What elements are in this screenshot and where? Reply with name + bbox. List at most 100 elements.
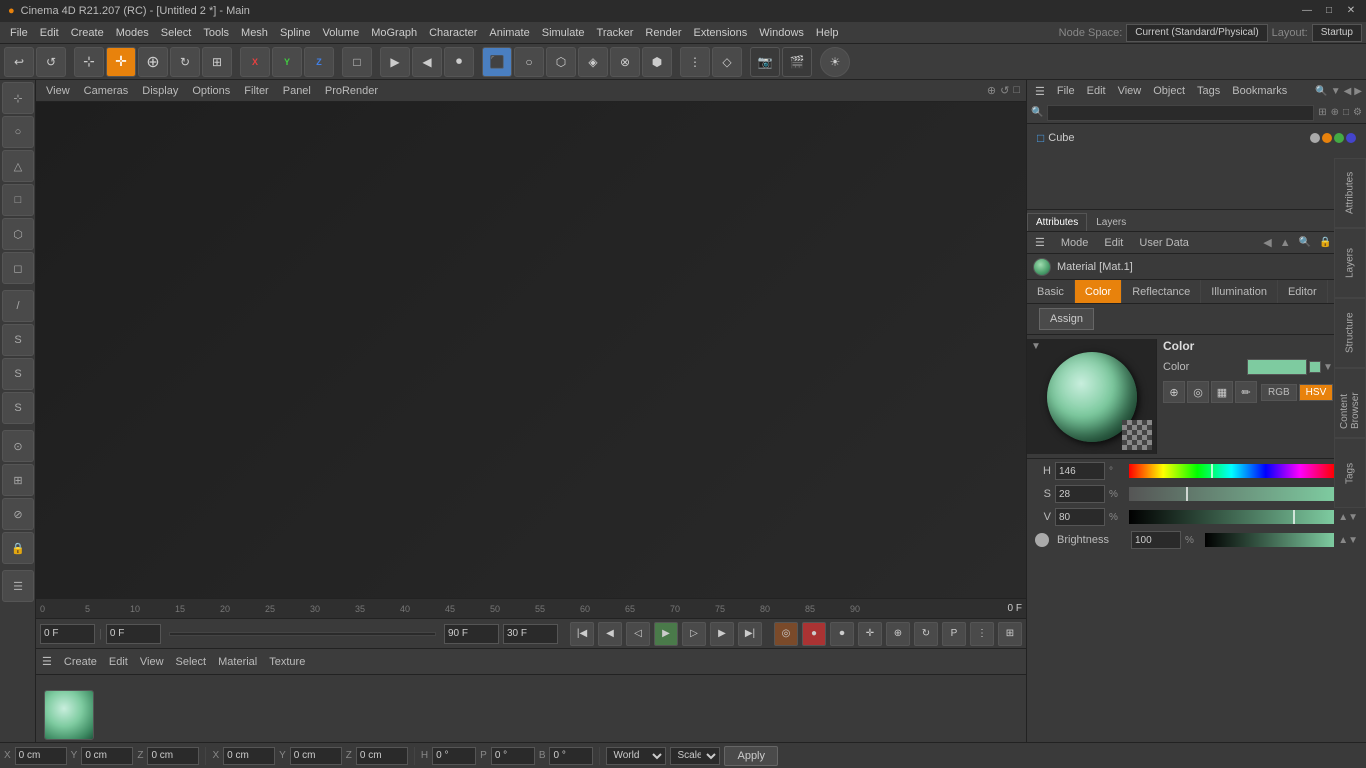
mat-menu-view[interactable]: View xyxy=(140,656,164,668)
step-back-button[interactable]: ◁ xyxy=(626,622,650,646)
mat-menu-texture[interactable]: Texture xyxy=(269,656,305,668)
left-tool-6[interactable]: ◻ xyxy=(2,252,34,284)
record-button[interactable]: ⏺ xyxy=(444,47,474,77)
menu-tracker[interactable]: Tracker xyxy=(591,22,640,43)
vp-icon-3[interactable]: □ xyxy=(1013,84,1020,97)
close-button[interactable]: ✕ xyxy=(1344,4,1358,18)
snap-button[interactable]: ⋮ xyxy=(680,47,710,77)
select-tool-button[interactable]: ⊹ xyxy=(74,47,104,77)
left-tool-3[interactable]: △ xyxy=(2,150,34,182)
coord-x-input[interactable] xyxy=(15,747,67,765)
menu-modes[interactable]: Modes xyxy=(110,22,155,43)
mat-tab-editor[interactable]: Editor xyxy=(1278,280,1328,303)
mograph-button[interactable]: ⬢ xyxy=(642,47,672,77)
color-mix-icon[interactable]: ⊕ xyxy=(1163,381,1185,403)
pos-key-button[interactable]: ✛ xyxy=(858,622,882,646)
sphere-dropdown-icon[interactable]: ▼ xyxy=(1031,341,1041,352)
attr-lock-icon[interactable]: 🔒 xyxy=(1319,237,1331,248)
effector-button[interactable]: ⊗ xyxy=(610,47,640,77)
left-tool-12[interactable]: ⊞ xyxy=(2,464,34,496)
nurbs-button[interactable]: ○ xyxy=(514,47,544,77)
play-anim-button[interactable]: ▶ xyxy=(380,47,410,77)
rotate-tool-button[interactable]: ↻ xyxy=(170,47,200,77)
left-tool-13[interactable]: ⊘ xyxy=(2,498,34,530)
color-dropdown-icon[interactable]: ▼ xyxy=(1323,362,1333,373)
left-tool-1[interactable]: ⊹ xyxy=(2,82,34,114)
mat-menu-create[interactable]: Create xyxy=(64,656,97,668)
param-key-button[interactable]: P xyxy=(942,622,966,646)
loop-button[interactable]: ◎ xyxy=(774,622,798,646)
pts-key-button[interactable]: ⋮ xyxy=(970,622,994,646)
obj-tb-edit[interactable]: Edit xyxy=(1083,85,1110,97)
menu-help[interactable]: Help xyxy=(810,22,845,43)
left-tool-2[interactable]: ○ xyxy=(2,116,34,148)
vp-menu-display[interactable]: Display xyxy=(138,85,182,97)
color-mode-rgb[interactable]: RGB xyxy=(1261,384,1297,401)
attr-search-icon[interactable]: 🔍 xyxy=(1299,237,1311,248)
vp-menu-panel[interactable]: Panel xyxy=(279,85,315,97)
menu-character[interactable]: Character xyxy=(423,22,483,43)
menu-volume[interactable]: Volume xyxy=(317,22,366,43)
left-tool-7[interactable]: / xyxy=(2,290,34,322)
mat-tab-reflectance[interactable]: Reflectance xyxy=(1122,280,1201,303)
obj-tb-tags[interactable]: Tags xyxy=(1193,85,1224,97)
object-mode-button[interactable]: □ xyxy=(342,47,372,77)
obj-tb-view[interactable]: View xyxy=(1114,85,1146,97)
h-slider[interactable] xyxy=(1129,464,1334,478)
brightness-stepper[interactable]: ▲▼ xyxy=(1338,535,1358,546)
attr-nav-back[interactable]: ◀ xyxy=(1263,236,1271,249)
obj-dot-4[interactable] xyxy=(1346,133,1356,143)
coord-oz-input[interactable] xyxy=(356,747,408,765)
undo-button[interactable]: ↩ xyxy=(4,47,34,77)
obj-dot-3[interactable] xyxy=(1334,133,1344,143)
start-frame-input[interactable] xyxy=(106,624,161,644)
v-stepper[interactable]: ▲▼ xyxy=(1338,512,1358,523)
vp-menu-filter[interactable]: Filter xyxy=(240,85,272,97)
attr-tb-edit[interactable]: Edit xyxy=(1100,237,1127,249)
end-frame-input[interactable] xyxy=(444,624,499,644)
move-tool-button[interactable]: ✛ xyxy=(106,47,136,77)
redo-button[interactable]: ↺ xyxy=(36,47,66,77)
menu-animate[interactable]: Animate xyxy=(483,22,535,43)
h-value-input[interactable] xyxy=(1055,462,1105,480)
menu-simulate[interactable]: Simulate xyxy=(536,22,591,43)
play-rev-button[interactable]: ◀ xyxy=(412,47,442,77)
attr-tb-userdata[interactable]: User Data xyxy=(1135,237,1193,249)
v-slider[interactable] xyxy=(1129,510,1334,524)
mat-tab-illumination[interactable]: Illumination xyxy=(1201,280,1278,303)
rside-tab-structure[interactable]: Structure xyxy=(1334,298,1366,368)
left-tool-11[interactable]: ⊙ xyxy=(2,430,34,462)
camera2-button[interactable]: 🎬 xyxy=(782,47,812,77)
spline-obj-button[interactable]: ⬡ xyxy=(546,47,576,77)
color-spectrum-icon[interactable]: ▦ xyxy=(1211,381,1233,403)
x-axis-button[interactable]: X xyxy=(240,47,270,77)
attr-tb-icon[interactable]: ☰ xyxy=(1031,236,1049,249)
scale-dropdown[interactable]: Scale xyxy=(670,747,720,765)
obj-snap-icon[interactable]: ⊕ xyxy=(1331,107,1339,118)
color-swatch[interactable] xyxy=(1247,359,1307,375)
rot-key-button[interactable]: ↻ xyxy=(914,622,938,646)
record-key-button[interactable]: ● xyxy=(802,622,826,646)
light-button[interactable]: ☀ xyxy=(820,47,850,77)
y-axis-button[interactable]: Y xyxy=(272,47,302,77)
menu-windows[interactable]: Windows xyxy=(753,22,810,43)
vp-menu-options[interactable]: Options xyxy=(188,85,234,97)
left-tool-5[interactable]: ⬡ xyxy=(2,218,34,250)
deformer-button[interactable]: ◈ xyxy=(578,47,608,77)
obj-row-cube[interactable]: □ Cube xyxy=(1033,128,1360,148)
vp-menu-cameras[interactable]: Cameras xyxy=(80,85,133,97)
attr-tb-mode[interactable]: Mode xyxy=(1057,237,1093,249)
obj-dot-2[interactable] xyxy=(1322,133,1332,143)
rside-tab-content[interactable]: Content Browser xyxy=(1334,368,1366,438)
left-tool-9[interactable]: S xyxy=(2,358,34,390)
menu-extensions[interactable]: Extensions xyxy=(687,22,753,43)
assign-button[interactable]: Assign xyxy=(1039,308,1094,330)
viewport-canvas[interactable] xyxy=(36,102,1026,598)
coord-b-input[interactable] xyxy=(549,747,593,765)
knife-button[interactable]: ◇ xyxy=(712,47,742,77)
coord-ox-input[interactable] xyxy=(223,747,275,765)
s-value-input[interactable] xyxy=(1055,485,1105,503)
tab-layers[interactable]: Layers xyxy=(1087,213,1135,231)
left-tool-4[interactable]: □ xyxy=(2,184,34,216)
tab-attributes[interactable]: Attributes xyxy=(1027,213,1087,231)
